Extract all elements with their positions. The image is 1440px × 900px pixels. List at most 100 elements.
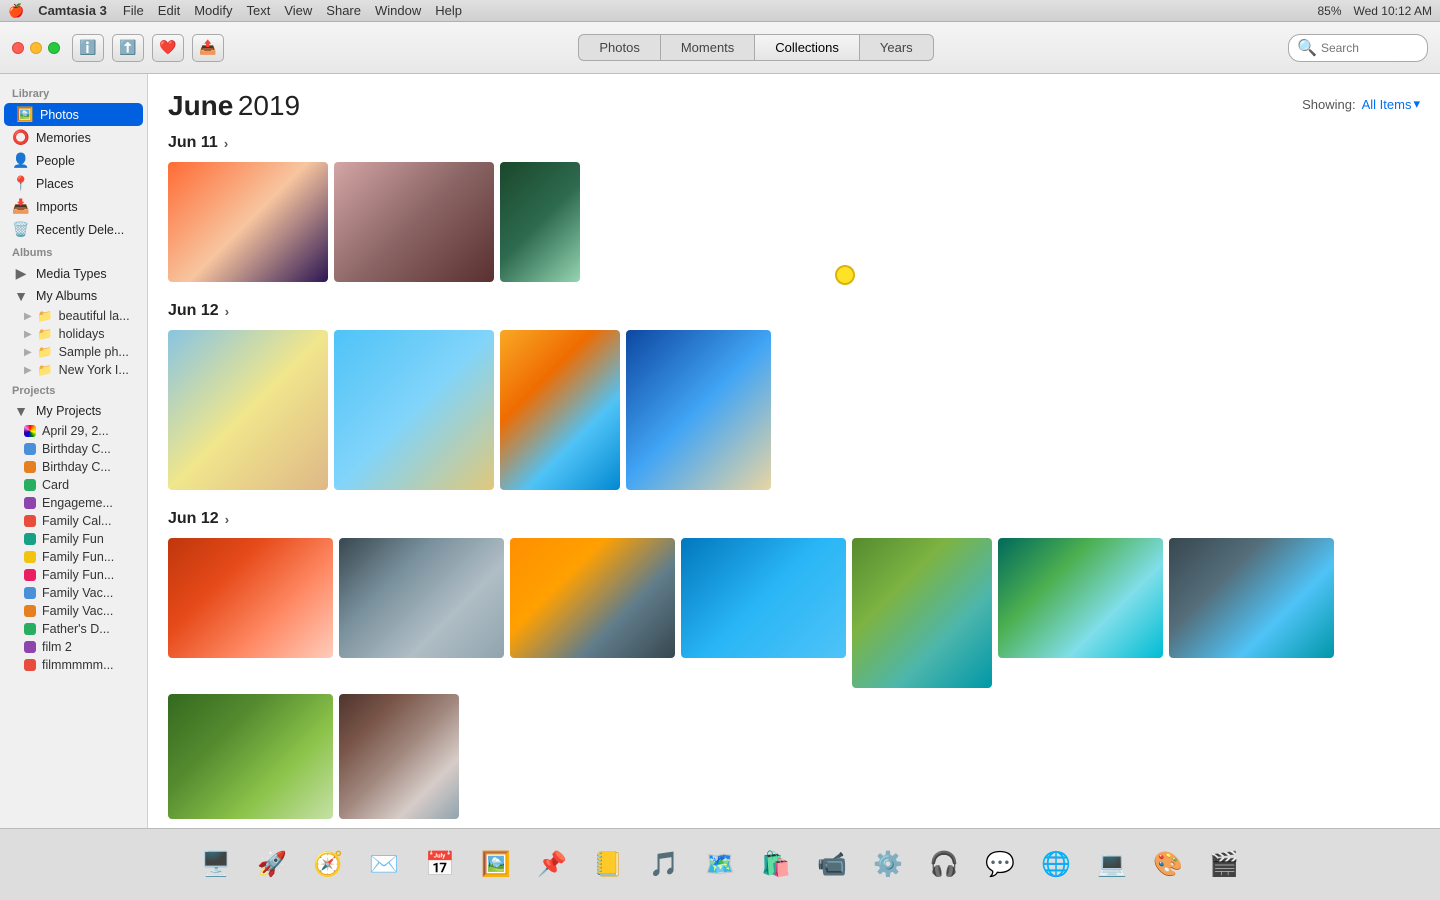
apple-logo-icon[interactable]: 🍎 — [8, 3, 24, 19]
sidebar-item-memories[interactable]: ⭕ Memories — [0, 126, 147, 149]
sidebar-item-my-albums[interactable]: ▼ My Albums — [0, 285, 147, 307]
dock-item-chrome[interactable]: 🌐 — [1031, 840, 1081, 890]
photo-thumb[interactable] — [339, 538, 504, 658]
sidebar-item-card[interactable]: Card — [0, 476, 147, 494]
sidebar-item-photos[interactable]: 🖼️ Photos — [4, 103, 143, 126]
sidebar-item-family-fun-2[interactable]: Family Fun... — [0, 548, 147, 566]
dock-item-safari[interactable]: 🧭 — [303, 840, 353, 890]
dock-item-finder[interactable]: 🖥️ — [191, 840, 241, 890]
sidebar-item-new-york[interactable]: ▶ 📁 New York I... — [0, 361, 147, 379]
photo-thumb[interactable] — [339, 694, 459, 819]
sidebar-item-birthday-c1[interactable]: Birthday C... — [0, 440, 147, 458]
date-label-jun12-2[interactable]: Jun 12 › — [168, 510, 1420, 528]
sidebar-item-imports[interactable]: 📥 Imports — [0, 195, 147, 218]
tab-collections[interactable]: Collections — [755, 35, 860, 60]
sidebar-item-family-cal[interactable]: Family Cal... — [0, 512, 147, 530]
sidebar-item-filmmmm[interactable]: filmmmmm... — [0, 656, 147, 674]
photo-thumb[interactable] — [168, 694, 333, 819]
info-button[interactable]: ℹ️ — [72, 34, 104, 62]
media-types-icon: ▶ — [12, 265, 30, 282]
heart-button[interactable]: ❤️ — [152, 34, 184, 62]
menu-edit[interactable]: Edit — [158, 3, 180, 18]
library-section-label: Library — [0, 82, 147, 103]
menu-view[interactable]: View — [284, 3, 312, 18]
sidebar-label-beautiful-la: beautiful la... — [59, 309, 130, 323]
date-label-jun11[interactable]: Jun 11 › — [168, 134, 1420, 152]
sidebar-item-family-vac2[interactable]: Family Vac... — [0, 602, 147, 620]
date-group-jun12-2: Jun 12 › — [168, 510, 1420, 819]
dock-item-launchpad[interactable]: 🚀 — [247, 840, 297, 890]
sidebar-label-photos: Photos — [40, 108, 79, 122]
dock-item-spotify[interactable]: 🎧 — [919, 840, 969, 890]
minimize-button[interactable] — [30, 42, 42, 54]
sidebar-item-film-2[interactable]: film 2 — [0, 638, 147, 656]
tab-photos[interactable]: Photos — [579, 35, 660, 60]
maximize-button[interactable] — [48, 42, 60, 54]
sidebar-item-family-fun[interactable]: Family Fun — [0, 530, 147, 548]
my-albums-icon: ▼ — [12, 288, 30, 304]
menu-file[interactable]: File — [123, 3, 144, 18]
dock-item-appstore[interactable]: 🛍️ — [751, 840, 801, 890]
photo-thumb[interactable] — [500, 330, 620, 490]
dock-item-calendar[interactable]: 📅 — [415, 840, 465, 890]
sidebar-item-birthday-c2[interactable]: Birthday C... — [0, 458, 147, 476]
photo-thumb[interactable] — [626, 330, 771, 490]
dock-item-settings[interactable]: ⚙️ — [863, 840, 913, 890]
sidebar-label-birthday-c1: Birthday C... — [42, 442, 111, 456]
upload-button[interactable]: 📤 — [192, 34, 224, 62]
photo-thumb[interactable] — [168, 162, 328, 282]
sidebar-item-holidays[interactable]: ▶ 📁 holidays — [0, 325, 147, 343]
dock-item-notes[interactable]: 📒 — [583, 840, 633, 890]
photo-thumb[interactable] — [681, 538, 846, 658]
menu-modify[interactable]: Modify — [194, 3, 232, 18]
photo-thumb[interactable] — [168, 538, 333, 658]
menu-help[interactable]: Help — [435, 3, 462, 18]
photo-thumb[interactable] — [998, 538, 1163, 658]
sidebar-item-places[interactable]: 📍 Places — [0, 172, 147, 195]
search-box[interactable]: 🔍 — [1288, 34, 1428, 62]
dock-item-preview[interactable]: 🖼️ — [471, 840, 521, 890]
close-button[interactable] — [12, 42, 24, 54]
share-button[interactable]: ⬆️ — [112, 34, 144, 62]
dock-item-stickies[interactable]: 📌 — [527, 840, 577, 890]
dock-item-terminal[interactable]: 💻 — [1087, 840, 1137, 890]
dock-item-camtasia[interactable]: 🎬 — [1199, 840, 1249, 890]
sidebar-item-beautiful-la[interactable]: ▶ 📁 beautiful la... — [0, 307, 147, 325]
sidebar-label-new-york: New York I... — [59, 363, 129, 377]
sidebar-item-recently-deleted[interactable]: 🗑️ Recently Dele... — [0, 218, 147, 241]
photo-thumb[interactable] — [500, 162, 580, 282]
sidebar-item-media-types[interactable]: ▶ Media Types — [0, 262, 147, 285]
menu-window[interactable]: Window — [375, 3, 421, 18]
dock-item-music[interactable]: 🎵 — [639, 840, 689, 890]
dock-item-maps[interactable]: 🗺️ — [695, 840, 745, 890]
sidebar-item-family-fun-3[interactable]: Family Fun... — [0, 566, 147, 584]
tab-years[interactable]: Years — [860, 35, 933, 60]
menu-text[interactable]: Text — [247, 3, 271, 18]
sidebar-item-people[interactable]: 👤 People — [0, 149, 147, 172]
photo-thumb[interactable] — [510, 538, 675, 658]
menu-share[interactable]: Share — [326, 3, 361, 18]
dock-item-mail[interactable]: ✉️ — [359, 840, 409, 890]
dock-item-skype[interactable]: 💬 — [975, 840, 1025, 890]
photo-thumb[interactable] — [168, 330, 328, 490]
trash-icon: 🗑️ — [12, 221, 30, 238]
sidebar-item-fathers-d[interactable]: Father's D... — [0, 620, 147, 638]
date-arrow-jun12-1: › — [225, 304, 229, 319]
search-input[interactable] — [1321, 41, 1419, 55]
showing-dropdown[interactable]: All Items ▾ — [1362, 96, 1420, 112]
sidebar-item-sample-ph[interactable]: ▶ 📁 Sample ph... — [0, 343, 147, 361]
tab-moments[interactable]: Moments — [661, 35, 755, 60]
photo-thumb[interactable] — [852, 538, 992, 688]
sidebar-item-my-projects[interactable]: ▼ My Projects — [0, 400, 147, 422]
sidebar-item-april-29[interactable]: April 29, 2... — [0, 422, 147, 440]
dock-item-facetime[interactable]: 📹 — [807, 840, 857, 890]
photo-thumb[interactable] — [334, 162, 494, 282]
sidebar-item-family-vac1[interactable]: Family Vac... — [0, 584, 147, 602]
date-label-jun12-1[interactable]: Jun 12 › — [168, 302, 1420, 320]
photo-thumb[interactable] — [334, 330, 494, 490]
sidebar-item-engagement[interactable]: Engageme... — [0, 494, 147, 512]
sidebar-label-media-types: Media Types — [36, 267, 107, 281]
dock-item-photos-app[interactable]: 🎨 — [1143, 840, 1193, 890]
photo-thumb[interactable] — [1169, 538, 1334, 658]
sidebar-label-my-albums: My Albums — [36, 289, 97, 303]
